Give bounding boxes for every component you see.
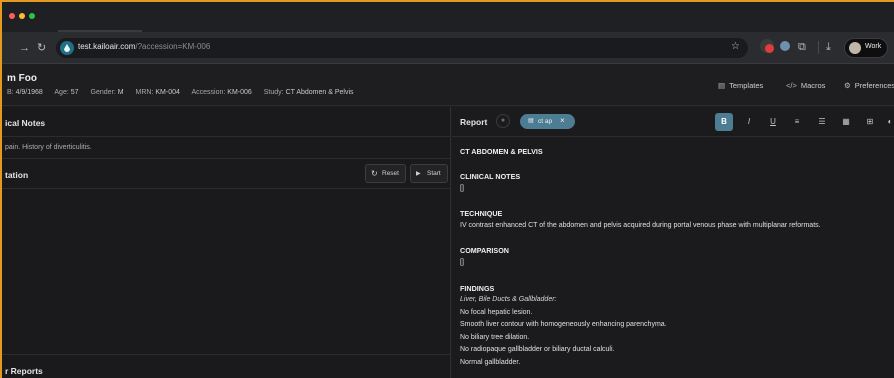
close-window-button[interactable]	[9, 13, 15, 19]
divider	[2, 136, 451, 137]
bookmark-star-icon[interactable]: ☆	[731, 41, 740, 52]
url-text: test.kailoair.com/?accession=KM-006	[78, 42, 210, 51]
reset-icon: ↻	[371, 169, 378, 178]
left-pane: ical Notes pain. History of diverticulit…	[2, 107, 451, 378]
forward-icon[interactable]: →	[19, 41, 30, 55]
mrn-label: MRN:	[135, 89, 154, 96]
dob-label: B:	[7, 89, 14, 96]
patient-header: m Foo B: 4/9/1968 Age: 57 Gender: M MRN:…	[2, 64, 894, 106]
reload-icon[interactable]: ↻	[37, 41, 46, 55]
finding-line: No focal hepatic lesion.	[460, 309, 533, 316]
clinical-notes-text: pain. History of diverticulitis.	[5, 144, 92, 151]
accession-value: KM-006	[227, 89, 252, 96]
site-favicon-icon	[60, 41, 74, 55]
italic-button[interactable]: I	[740, 113, 758, 131]
dictation-title: tation	[5, 170, 29, 180]
study-label: Study:	[263, 89, 284, 96]
chip-close-icon[interactable]: ×	[560, 116, 565, 125]
bullet-list-icon[interactable]: ☰	[813, 113, 831, 131]
code-icon: </>	[786, 81, 797, 90]
download-icon[interactable]: ⤓	[826, 40, 831, 54]
more-tools-icon[interactable]: ◐	[884, 113, 894, 131]
preferences-link[interactable]: ⚙ Preferences	[844, 81, 894, 90]
grid-icon[interactable]: ⊞	[861, 113, 879, 131]
clinical-notes-heading: CLINICAL NOTES	[460, 172, 521, 181]
gender-label: Gender:	[90, 89, 116, 96]
profile-label: Work	[865, 43, 882, 50]
underline-button[interactable]: U	[764, 113, 782, 131]
finding-line: No radiopaque gallbladder or biliary duc…	[460, 346, 615, 353]
findings-subheading: Liver, Bile Ducts & Gallbladder:	[460, 296, 557, 303]
toolbar-divider	[818, 41, 819, 54]
template-chip[interactable]: ▤ ct ap ×	[520, 114, 575, 129]
comparison-heading: COMPARISON	[460, 246, 509, 255]
patient-name: m Foo	[7, 73, 37, 84]
technique-text: IV contrast enhanced CT of the abdomen a…	[460, 222, 821, 229]
avatar	[849, 42, 861, 54]
mrn-value: KM-004	[155, 89, 180, 96]
template-chip-label: ct ap	[538, 118, 553, 125]
extension-info-icon[interactable]	[780, 41, 790, 51]
finding-line: Smooth liver contour with homogeneously …	[460, 321, 667, 328]
finding-line: Normal gallbladder.	[460, 359, 521, 366]
patient-meta: B: 4/9/1968 Age: 57 Gender: M MRN: KM-00…	[7, 89, 364, 96]
reset-button[interactable]: ↻ Reset	[365, 164, 406, 183]
microphone-icon[interactable]: ●	[496, 114, 510, 128]
profile-button[interactable]: Work	[844, 38, 888, 58]
report-pane: Report ● ▤ ct ap × B I U ≡ ☰ ▦ ⊞ ◐ CT AB…	[452, 107, 894, 378]
templates-link[interactable]: ▤ Templates	[718, 81, 763, 90]
bold-button[interactable]: B	[715, 113, 733, 131]
templates-icon: ▤	[718, 81, 726, 90]
divider	[2, 354, 451, 355]
divider	[2, 158, 451, 159]
prior-reports-title: r Reports	[5, 366, 43, 376]
minimize-window-button[interactable]	[19, 13, 25, 19]
age-label: Age:	[54, 89, 69, 96]
macros-label: Macros	[800, 81, 826, 90]
dob-value: 4/9/1968	[15, 89, 43, 96]
preferences-label: Preferences	[854, 81, 894, 90]
report-title: Report	[460, 117, 488, 127]
extensions-puzzle-icon[interactable]: ⧉	[798, 40, 806, 54]
report-heading: CT ABDOMEN & PELVIS	[460, 147, 543, 156]
templates-label: Templates	[729, 81, 764, 90]
browser-toolbar: → ↻ test.kailoair.com/?accession=KM-006 …	[2, 32, 894, 64]
age-value: 57	[70, 89, 79, 96]
table-icon[interactable]: ▦	[837, 113, 855, 131]
window-controls	[9, 13, 35, 19]
reset-label: Reset	[382, 170, 399, 177]
technique-heading: TECHNIQUE	[460, 209, 503, 218]
accession-label: Accession:	[191, 89, 226, 96]
tab-strip	[2, 2, 894, 32]
url-host: test.kailoair.com	[78, 42, 136, 51]
comparison-placeholder: []	[460, 259, 464, 266]
start-button[interactable]: ▶ Start	[410, 164, 448, 183]
findings-heading: FINDINGS	[460, 284, 495, 293]
browser-window: → ↻ test.kailoair.com/?accession=KM-006 …	[0, 0, 894, 378]
gear-icon: ⚙	[844, 81, 851, 90]
finding-line: No biliary tree dilation.	[460, 334, 530, 341]
clinical-notes-title: ical Notes	[5, 118, 46, 128]
maximize-window-button[interactable]	[29, 13, 35, 19]
report-toolbar: Report ● ▤ ct ap × B I U ≡ ☰ ▦ ⊞ ◐	[452, 107, 894, 137]
study-value: CT Abdomen & Pelvis	[285, 89, 354, 96]
address-bar[interactable]: test.kailoair.com/?accession=KM-006 ☆	[56, 38, 748, 58]
divider	[2, 188, 451, 189]
extension-red-icon[interactable]	[760, 39, 774, 53]
template-chip-icon: ▤	[528, 118, 534, 124]
gender-value: M	[117, 89, 124, 96]
start-label: Start	[427, 170, 441, 177]
clinical-notes-placeholder: []	[460, 185, 464, 192]
play-icon: ▶	[416, 171, 421, 177]
ordered-list-icon[interactable]: ≡	[788, 113, 806, 131]
macros-link[interactable]: </> Macros	[786, 81, 825, 90]
url-path: /?accession=KM-006	[135, 42, 211, 51]
